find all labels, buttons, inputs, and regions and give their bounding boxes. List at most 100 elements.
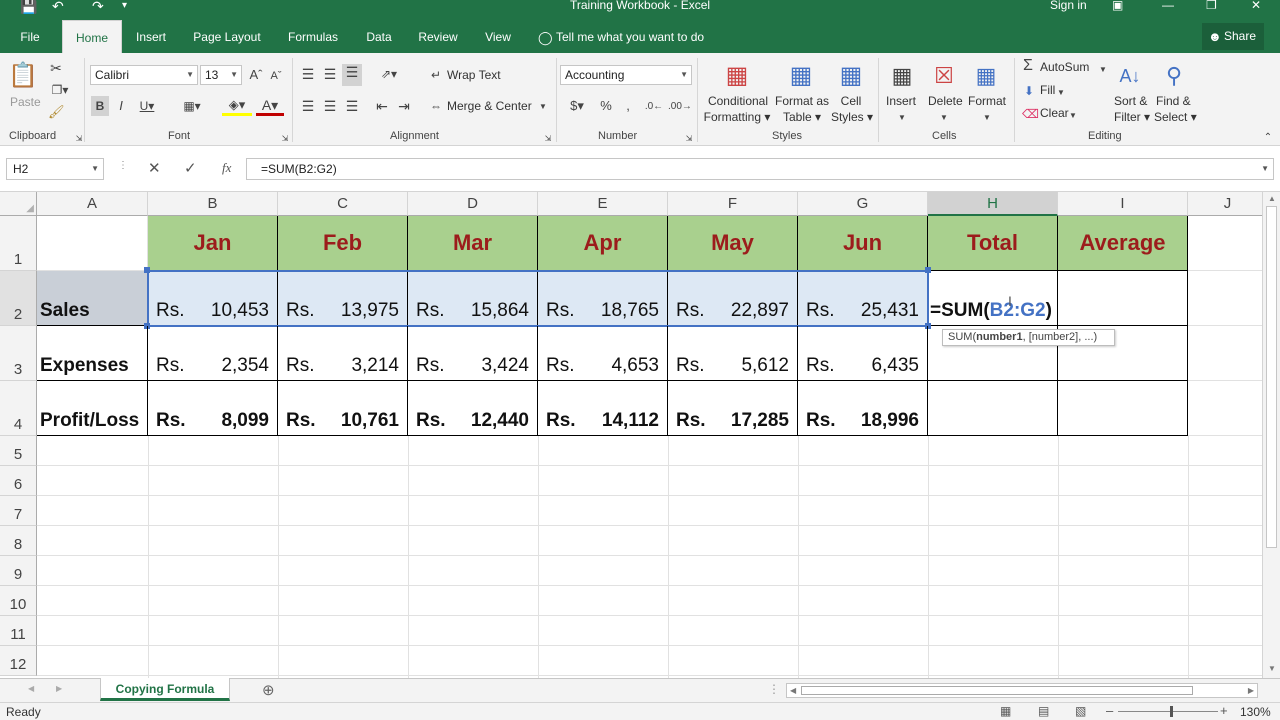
cell-b1[interactable]: Jan — [148, 216, 278, 271]
vertical-scrollbar[interactable]: ▲ ▼ — [1262, 192, 1280, 678]
cell-b2[interactable]: Rs. 10,453 — [148, 271, 278, 326]
dialog-launcher-icon[interactable]: ⇲ — [684, 131, 694, 147]
expand-formula-bar-icon[interactable]: ▼ — [1261, 159, 1269, 179]
delete-cells-button[interactable]: Delete — [928, 94, 963, 108]
column-header-i[interactable]: I — [1058, 192, 1188, 216]
range-handle[interactable] — [144, 267, 150, 273]
select-all-corner[interactable]: ◢ — [0, 192, 37, 216]
format-cells-button[interactable]: Format — [968, 94, 1006, 108]
tab-home[interactable]: Home — [62, 20, 122, 53]
cell-f2[interactable]: Rs. 22,897 — [668, 271, 798, 326]
cell-g2[interactable]: Rs. 25,431 — [798, 271, 928, 326]
find-select-label[interactable]: Select ▾ — [1154, 110, 1197, 124]
column-header-g[interactable]: G — [798, 192, 928, 216]
align-top-icon[interactable]: ☰ — [300, 66, 316, 82]
scroll-down-icon[interactable]: ▼ — [1268, 664, 1276, 673]
merge-center-button[interactable]: Merge & Center — [447, 99, 532, 113]
minimize-icon[interactable]: — — [1162, 0, 1174, 12]
row-header-12[interactable]: 12 — [0, 646, 37, 676]
column-header-h[interactable]: H — [928, 192, 1058, 216]
enter-check-icon[interactable]: ✓ — [184, 159, 197, 177]
decrease-indent-icon[interactable]: ⇤ — [374, 98, 390, 114]
dialog-launcher-icon[interactable]: ⇲ — [280, 131, 290, 147]
cell-d2[interactable]: Rs. 15,864 — [408, 271, 538, 326]
cell-j4[interactable] — [1188, 381, 1268, 436]
cell-styles-label[interactable]: Styles ▾ — [830, 110, 874, 124]
cell-e4[interactable]: Rs. 14,112 — [538, 381, 668, 436]
row-header-2[interactable]: 2 — [0, 271, 37, 326]
cell-a4[interactable]: Profit/Loss — [37, 381, 148, 436]
cell-d4[interactable]: Rs. 12,440 — [408, 381, 538, 436]
tab-split-grip-icon[interactable]: ⋮ — [768, 682, 780, 696]
underline-icon[interactable]: U▾ — [136, 98, 158, 114]
row-header-11[interactable]: 11 — [0, 616, 37, 646]
zoom-out-icon[interactable]: – — [1106, 703, 1113, 718]
row-header-10[interactable]: 10 — [0, 586, 37, 616]
scroll-right-icon[interactable]: ▶ — [1248, 684, 1254, 697]
chevron-down-icon[interactable]: ▼ — [897, 110, 907, 126]
cell-b3[interactable]: Rs. 2,354 — [148, 326, 278, 381]
add-sheet-icon[interactable]: ⊕ — [262, 681, 275, 699]
vertical-scroll-thumb[interactable] — [1266, 206, 1277, 548]
row-header-7[interactable]: 7 — [0, 496, 37, 526]
insert-cells-button[interactable]: Insert — [886, 94, 916, 108]
format-as-table-label[interactable]: Table ▾ — [780, 110, 824, 124]
name-box[interactable]: H2 ▼ — [6, 158, 104, 180]
conditional-formatting-label[interactable]: Formatting ▾ — [702, 110, 772, 124]
row-header-5[interactable]: 5 — [0, 436, 37, 466]
format-as-table-button[interactable]: Format as — [774, 94, 830, 108]
align-bottom-icon[interactable]: ☰ — [342, 64, 362, 86]
paste-icon[interactable]: 📋 — [8, 60, 38, 92]
cell-h1[interactable]: Total — [928, 216, 1058, 271]
conditional-formatting-button[interactable]: Conditional — [706, 94, 770, 108]
cell-h2-editing[interactable]: =SUM(B2:G2) — [928, 271, 1058, 326]
row-header-4[interactable]: 4 — [0, 381, 37, 436]
page-break-view-icon[interactable]: ▧ — [1075, 704, 1086, 718]
font-name-dropdown[interactable]: Calibri ▼ — [90, 65, 198, 85]
cancel-icon[interactable]: ✕ — [148, 159, 161, 177]
cell-e3[interactable]: Rs. 4,653 — [538, 326, 668, 381]
tab-formulas[interactable]: Formulas — [282, 20, 344, 53]
increase-indent-icon[interactable]: ⇥ — [396, 98, 412, 114]
sheet-tab-copying-formula[interactable]: Copying Formula — [100, 678, 230, 701]
cell-styles-button[interactable]: Cell — [838, 94, 864, 108]
cell-f4[interactable]: Rs. 17,285 — [668, 381, 798, 436]
tab-page-layout[interactable]: Page Layout — [188, 20, 266, 53]
dialog-launcher-icon[interactable]: ⇲ — [74, 131, 84, 147]
eraser-icon[interactable]: ⌫ — [1022, 106, 1039, 122]
chevron-down-icon[interactable]: ▼ — [1056, 85, 1066, 101]
cell-j3[interactable] — [1188, 326, 1268, 381]
cell-c1[interactable]: Feb — [278, 216, 408, 271]
currency-format-icon[interactable]: $▾ — [564, 98, 590, 114]
cell-d3[interactable]: Rs. 3,424 — [408, 326, 538, 381]
range-handle[interactable] — [925, 267, 931, 273]
format-painter-icon[interactable]: 🖌 — [48, 104, 65, 120]
clear-button[interactable]: Clear — [1040, 106, 1069, 120]
italic-icon[interactable]: I — [114, 98, 128, 114]
cell-f3[interactable]: Rs. 5,612 — [668, 326, 798, 381]
cell-a1[interactable] — [37, 216, 148, 271]
fill-color-icon[interactable]: ◈▾ — [222, 97, 252, 116]
sign-in-link[interactable]: Sign in — [1050, 0, 1087, 12]
formula-input[interactable]: =SUM(B2:G2) ▼ — [246, 158, 1274, 180]
delete-cells-icon[interactable]: ☒ — [930, 60, 958, 92]
wrap-text-button[interactable]: Wrap Text — [447, 68, 501, 82]
save-icon[interactable]: 💾 — [20, 0, 37, 15]
percent-style-icon[interactable]: % — [598, 98, 614, 114]
cell-i1[interactable]: Average — [1058, 216, 1188, 271]
cell-e2[interactable]: Rs. 18,765 — [538, 271, 668, 326]
normal-view-icon[interactable]: ▦ — [1000, 704, 1011, 718]
cell-h4[interactable] — [928, 381, 1058, 436]
align-right-icon[interactable]: ☰ — [344, 98, 360, 114]
fill-icon[interactable]: ⬇ — [1022, 83, 1036, 99]
find-select-button[interactable]: Find & — [1156, 94, 1191, 108]
font-size-dropdown[interactable]: 13 ▼ — [200, 65, 242, 85]
cell-j2[interactable] — [1188, 271, 1268, 326]
wrap-text-icon[interactable]: ↵ — [428, 67, 444, 83]
insert-function-icon[interactable]: fx — [222, 160, 231, 176]
copy-icon[interactable]: ❐▾ — [48, 82, 72, 98]
worksheet-grid[interactable]: ◢ A B C D E F G H I J 1 2 3 4 5 6 7 8 9 … — [0, 192, 1280, 678]
number-format-dropdown[interactable]: Accounting ▼ — [560, 65, 692, 85]
merge-center-icon[interactable]: ⇔ — [428, 98, 444, 114]
chevron-down-icon[interactable]: ▼ — [939, 110, 949, 126]
